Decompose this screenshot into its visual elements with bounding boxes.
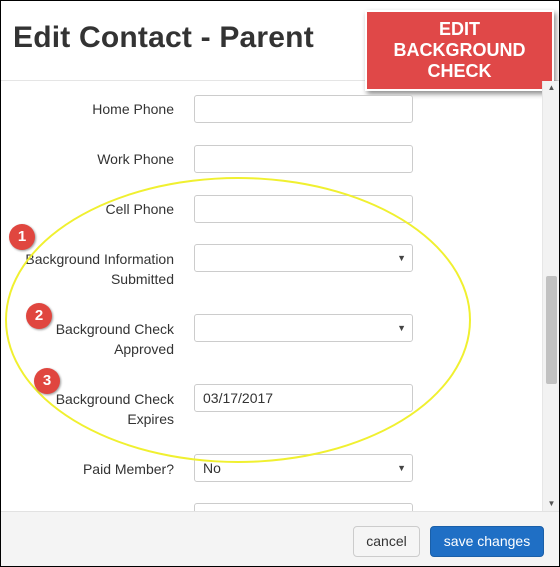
scroll-up-arrow-icon[interactable]: ▲	[543, 81, 559, 95]
save-changes-button[interactable]: save changes	[430, 526, 544, 557]
home-phone-label: Home Phone	[92, 101, 174, 117]
cell-phone-label: Cell Phone	[105, 201, 175, 217]
paid-member-select[interactable]: No ▼	[194, 454, 413, 482]
background-info-select[interactable]: ▼	[194, 244, 413, 272]
scroll-down-arrow-icon[interactable]: ▼	[543, 497, 559, 511]
background-expires-label: Background Check Expires	[14, 389, 174, 429]
home-phone-input[interactable]	[194, 95, 413, 123]
modal-footer: cancel save changes	[1, 511, 559, 566]
work-phone-label: Work Phone	[97, 151, 174, 167]
step-badge-2: 2	[26, 303, 52, 329]
step-badge-1: 1	[9, 224, 35, 250]
scroll-thumb[interactable]	[546, 276, 557, 384]
paid-member-value: No	[203, 460, 221, 476]
cell-phone-input[interactable]	[194, 195, 413, 223]
background-info-label-line2: Submitted	[110, 271, 174, 287]
chevron-down-icon: ▼	[397, 463, 406, 473]
background-approved-label-line2: Approved	[114, 341, 174, 357]
paid-member-label: Paid Member?	[82, 461, 174, 477]
chevron-down-icon: ▼	[397, 323, 406, 333]
vertical-scrollbar[interactable]: ▲ ▼	[542, 81, 559, 511]
edit-contact-modal: Edit Contact - Parent EDIT BACKGROUND CH…	[0, 0, 560, 567]
chevron-down-icon: ▼	[397, 253, 406, 263]
background-expires-label-line1: Background Check	[55, 391, 174, 407]
background-expires-input[interactable]: 03/17/2017	[194, 384, 413, 412]
background-info-label-line1: Background Information	[25, 251, 174, 267]
step-badge-3: 3	[34, 368, 60, 394]
background-approved-select[interactable]: ▼	[194, 314, 413, 342]
background-expires-label-line2: Expires	[127, 411, 174, 427]
page-title: Edit Contact - Parent	[13, 21, 314, 54]
background-info-label: Background Information Submitted	[14, 249, 174, 289]
work-phone-input[interactable]	[194, 145, 413, 173]
edit-background-check-callout: EDIT BACKGROUND CHECK	[365, 10, 554, 91]
cancel-button[interactable]: cancel	[353, 526, 420, 557]
